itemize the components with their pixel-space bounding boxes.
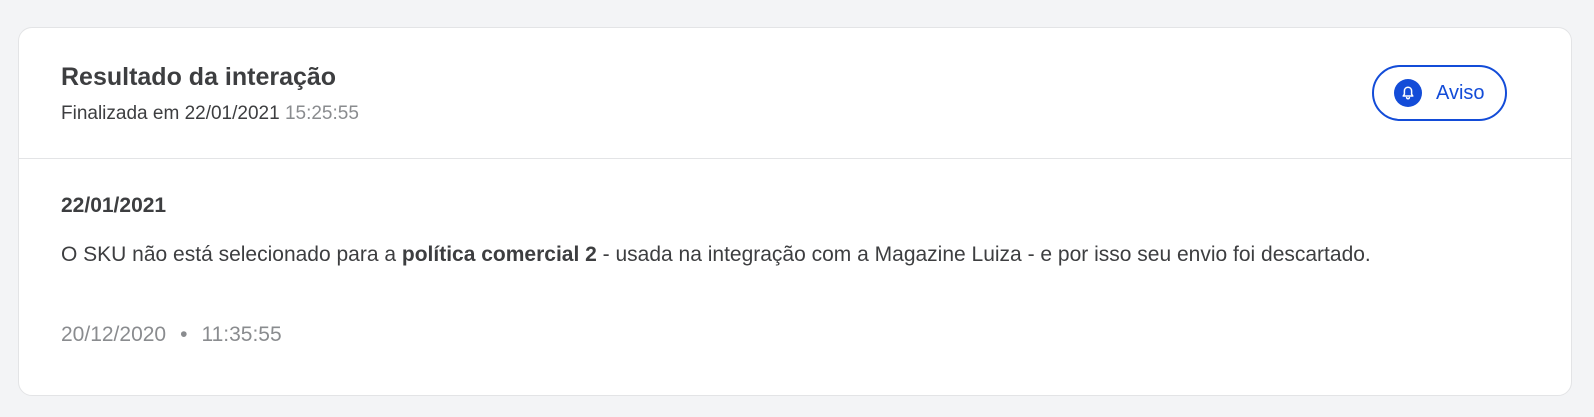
entry-timestamp: 20/12/2020 • 11:35:55 [61, 322, 282, 348]
card-header: Resultado da interação Finalizada em 22/… [19, 28, 1571, 159]
entry-meta-date: 20/12/2020 [61, 323, 167, 346]
card-body: 22/01/2021 O SKU não está selecionado pa… [19, 159, 1571, 397]
entry-date: 22/01/2021 [61, 194, 167, 217]
entry-meta-separator: • [180, 323, 188, 346]
aviso-button-label: Aviso [1436, 81, 1485, 104]
finalized-prefix: Finalizada em [61, 103, 180, 124]
entry-message-start: O SKU não está selecionado para a [61, 243, 402, 266]
finalized-date: 22/01/2021 [184, 103, 280, 124]
card-title: Resultado da interação [61, 63, 337, 91]
bell-icon [1394, 79, 1422, 107]
aviso-button[interactable]: Aviso [1372, 65, 1507, 121]
interaction-result-card: Resultado da interação Finalizada em 22/… [18, 27, 1572, 396]
finalized-time: 15:25:55 [284, 103, 359, 124]
entry-meta-time: 11:35:55 [201, 323, 282, 346]
entry-message-end: - usada na integração com a Magazine Lui… [596, 243, 1371, 266]
entry-message: O SKU não está selecionado para a políti… [61, 237, 1501, 272]
finalized-info: Finalizada em 22/01/2021 15:25:55 [61, 103, 359, 125]
commercial-policy-highlight: política comercial 2 [401, 243, 597, 266]
